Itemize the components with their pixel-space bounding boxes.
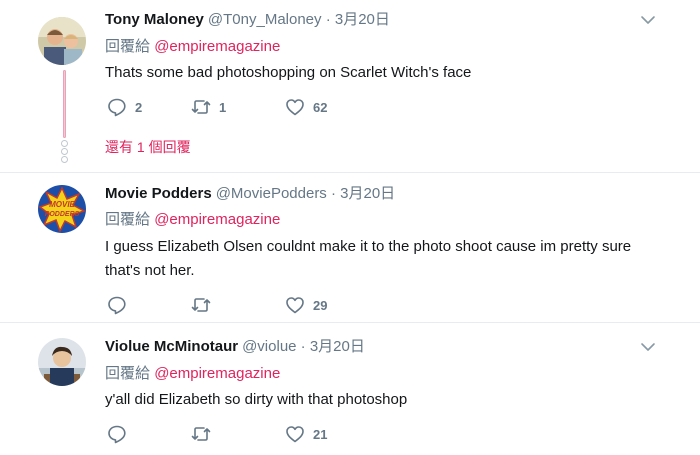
tweet-header: Violue McMinotaur @violue · 3月20日 — [105, 337, 365, 357]
like-button[interactable]: 21 — [285, 424, 327, 444]
avatar[interactable]: MOVIE PODDERS — [38, 185, 86, 233]
like-count: 29 — [313, 297, 328, 313]
replying-label: 回覆給 — [105, 365, 151, 382]
replying-to: 回覆給 @empiremagazine — [105, 364, 280, 384]
replying-label: 回覆給 — [105, 211, 151, 228]
like-button[interactable]: 29 — [285, 295, 327, 315]
thread-line — [63, 70, 66, 138]
retweet-icon — [191, 427, 211, 441]
replying-to: 回覆給 @empiremagazine — [105, 210, 280, 230]
avatar[interactable] — [38, 338, 86, 386]
chevron-down-icon[interactable] — [640, 339, 656, 355]
tweet-header: Tony Maloney @T0ny_Maloney · 3月20日 — [105, 10, 390, 30]
display-name[interactable]: Tony Maloney — [105, 11, 204, 28]
thread-dots-icon — [61, 140, 69, 164]
reply-icon — [108, 425, 126, 444]
replying-label: 回覆給 — [105, 38, 151, 55]
separator: · — [330, 185, 336, 202]
reply-icon — [108, 98, 126, 117]
avatar[interactable] — [38, 17, 86, 65]
username[interactable]: @T0ny_Maloney — [208, 11, 322, 28]
heart-icon — [286, 426, 304, 443]
retweet-button[interactable] — [191, 295, 219, 315]
tweet[interactable]: Tony Maloney @T0ny_Maloney · 3月20日 回覆給 @e… — [0, 0, 700, 172]
mention-link[interactable]: @empiremagazine — [154, 211, 280, 228]
heart-icon — [286, 99, 304, 116]
separator: · — [300, 338, 306, 355]
mention-link[interactable]: @empiremagazine — [154, 38, 280, 55]
reply-count: 2 — [135, 99, 143, 115]
like-count: 21 — [313, 426, 328, 442]
retweet-button[interactable]: 1 — [191, 97, 226, 117]
mention-link[interactable]: @empiremagazine — [154, 365, 280, 382]
replying-to: 回覆給 @empiremagazine — [105, 37, 280, 57]
timestamp[interactable]: 3月20日 — [340, 185, 395, 202]
svg-text:PODDERS: PODDERS — [45, 211, 80, 218]
retweet-icon — [191, 100, 211, 114]
show-more-replies-link[interactable]: 還有 1 個回覆 — [105, 137, 191, 157]
reply-button[interactable] — [107, 424, 135, 444]
reply-button[interactable] — [107, 295, 135, 315]
like-count: 62 — [313, 99, 328, 115]
timestamp[interactable]: 3月20日 — [310, 338, 365, 355]
tweet-text: Thats some bad photoshopping on Scarlet … — [105, 64, 472, 81]
chevron-down-icon[interactable] — [640, 12, 656, 28]
timestamp[interactable]: 3月20日 — [335, 11, 390, 28]
tweet-text: I guess Elizabeth Olsen couldnt make it … — [105, 238, 632, 279]
tweet[interactable]: MOVIE PODDERS Movie Podders @MoviePodders… — [0, 172, 700, 322]
heart-icon — [286, 297, 304, 314]
tweet-header: Movie Podders @MoviePodders · 3月20日 — [105, 184, 395, 204]
svg-text:MOVIE: MOVIE — [49, 200, 75, 209]
retweet-icon — [191, 298, 211, 312]
reply-icon — [108, 296, 126, 315]
tweet[interactable]: Violue McMinotaur @violue · 3月20日 回覆給 @em… — [0, 322, 700, 455]
display-name[interactable]: Movie Podders — [105, 185, 212, 202]
retweet-count: 1 — [219, 99, 227, 115]
separator: · — [325, 11, 331, 28]
username[interactable]: @violue — [242, 338, 296, 355]
reply-button[interactable]: 2 — [107, 97, 142, 117]
tweet-text: y'all did Elizabeth so dirty with that p… — [105, 391, 408, 408]
retweet-button[interactable] — [191, 424, 219, 444]
like-button[interactable]: 62 — [285, 97, 327, 117]
display-name[interactable]: Violue McMinotaur — [105, 338, 238, 355]
username[interactable]: @MoviePodders — [216, 185, 327, 202]
